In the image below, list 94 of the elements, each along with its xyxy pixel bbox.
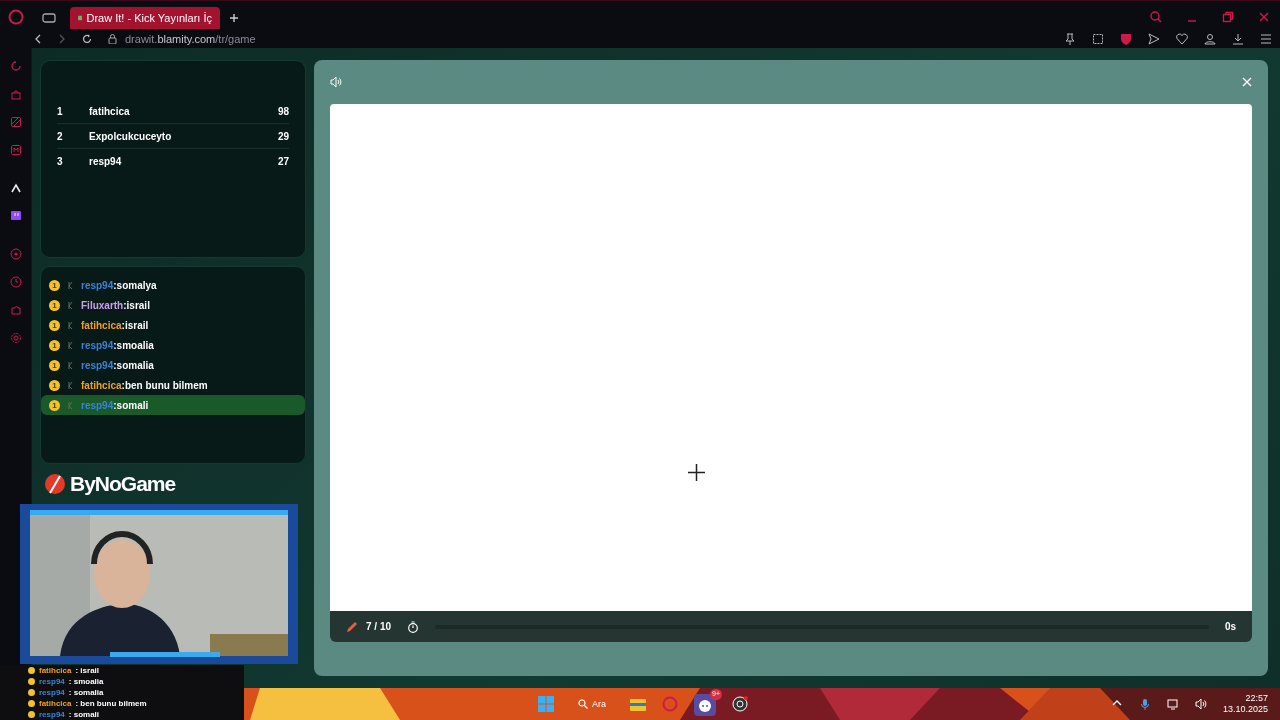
volume-icon[interactable] xyxy=(1194,698,1207,710)
lock-icon xyxy=(108,34,117,44)
level-badge: 1 xyxy=(49,319,60,331)
stripes-icon[interactable] xyxy=(9,116,22,128)
shield-icon[interactable] xyxy=(1120,33,1132,45)
overlay-message: : israil xyxy=(75,665,100,676)
rank-number: 1 xyxy=(57,104,64,119)
browser-logo-icon[interactable] xyxy=(8,9,24,25)
level-badge: 1 xyxy=(49,279,60,291)
level-badge: 1 xyxy=(49,379,60,391)
k-icon xyxy=(68,401,73,409)
overlay-message: : somali xyxy=(68,709,100,720)
round-counter: 7 / 10 xyxy=(366,620,392,634)
message-text: :israil xyxy=(123,298,150,313)
pin-icon[interactable] xyxy=(1064,33,1076,45)
time-left: 0s xyxy=(1224,620,1236,634)
speaker-icon[interactable] xyxy=(330,76,342,88)
level-badge: 1 xyxy=(49,359,60,371)
menu-icon[interactable] xyxy=(1260,33,1272,45)
k-icon xyxy=(68,281,73,289)
search-icon xyxy=(578,699,588,709)
reload-icon[interactable] xyxy=(82,34,92,44)
download-icon[interactable] xyxy=(1232,33,1244,45)
address-bar[interactable]: drawit.blamity.com/tr/game xyxy=(108,30,256,48)
forward-icon[interactable] xyxy=(58,34,66,44)
username: resp94 xyxy=(81,338,114,353)
username: fatihcica xyxy=(81,378,122,393)
crosshair-cursor-icon xyxy=(687,464,705,481)
site-icon xyxy=(78,13,83,23)
clock-icon[interactable] xyxy=(9,276,22,288)
profile-icon[interactable] xyxy=(1204,33,1216,45)
player-name: resp94 xyxy=(89,155,123,169)
username: resp94 xyxy=(81,398,114,413)
microphone-icon[interactable] xyxy=(1138,698,1151,710)
message-text: :ben bunu bilmem xyxy=(121,378,208,393)
overlay-message: : somalia xyxy=(68,687,104,698)
player-score: 98 xyxy=(277,104,289,119)
k-icon xyxy=(68,301,73,309)
send-icon[interactable] xyxy=(1148,33,1160,45)
overlay-username: resp94 xyxy=(39,709,65,720)
caret-up-icon[interactable] xyxy=(9,182,22,194)
close-icon[interactable] xyxy=(1258,11,1270,23)
k-icon xyxy=(68,361,73,369)
feather-icon xyxy=(44,472,66,495)
level-badge: 1 xyxy=(49,399,60,411)
username: resp94 xyxy=(81,278,114,293)
snapshot-icon[interactable] xyxy=(1092,33,1104,45)
k-icon xyxy=(68,341,73,349)
message-text: :smoalia xyxy=(113,338,154,353)
url-text: drawit.blamity.com/tr/game xyxy=(125,31,256,47)
overlay-username: resp94 xyxy=(39,676,65,687)
player-score: 29 xyxy=(277,129,289,144)
new-tab-icon[interactable] xyxy=(228,12,240,24)
start-icon[interactable] xyxy=(538,696,554,712)
k-icon xyxy=(68,321,73,329)
username: resp94 xyxy=(81,358,114,373)
overlay-username: resp94 xyxy=(39,687,65,698)
folder-icon[interactable] xyxy=(630,697,646,711)
overlay-message: : ben bunu bilmem xyxy=(75,698,147,709)
clock-time[interactable]: 22:57 xyxy=(1222,693,1268,704)
overlay-message: : smoalia xyxy=(68,676,104,687)
message-text: :somalia xyxy=(113,358,154,373)
speed-dial-icon[interactable] xyxy=(9,60,22,72)
restore-icon[interactable] xyxy=(1222,11,1234,23)
settings-icon[interactable] xyxy=(9,332,22,344)
messages-icon[interactable] xyxy=(9,144,22,156)
browser-tab[interactable]: Draw It! - Kick Yayınları İç xyxy=(70,7,220,29)
rank-number: 3 xyxy=(57,155,64,169)
heart-icon[interactable] xyxy=(1176,33,1188,45)
sponsor-logo: ByNoGame xyxy=(70,471,176,497)
search-icon[interactable] xyxy=(1150,11,1162,23)
clock-date[interactable]: 13.10.2025 xyxy=(1222,704,1268,715)
player-score: 27 xyxy=(277,155,289,169)
stopwatch-icon xyxy=(407,620,420,633)
overlay-username: fatihcica xyxy=(39,665,72,676)
level-badge: 1 xyxy=(49,339,60,351)
chat-bubble-icon[interactable] xyxy=(9,210,22,222)
username: fatihcica xyxy=(81,318,122,333)
rank-number: 2 xyxy=(57,129,64,144)
bag-icon[interactable] xyxy=(9,88,22,100)
message-text: :somalya xyxy=(113,278,157,293)
overlay-username: fatihcica xyxy=(39,698,72,709)
taskbar-search[interactable]: Ara xyxy=(570,698,614,710)
player-name: fatihcica xyxy=(89,104,131,119)
player-name: Expolcukcuceyto xyxy=(89,129,173,144)
message-text: :somali xyxy=(113,398,149,413)
record-icon[interactable] xyxy=(9,248,22,260)
pencil-icon xyxy=(346,620,358,633)
back-icon[interactable] xyxy=(34,34,42,44)
level-badge: 1 xyxy=(49,299,60,311)
message-text: :israil xyxy=(121,318,149,333)
recorder-icon[interactable] xyxy=(732,696,748,712)
k-icon xyxy=(68,381,73,389)
tab-menu-icon[interactable] xyxy=(42,12,56,24)
